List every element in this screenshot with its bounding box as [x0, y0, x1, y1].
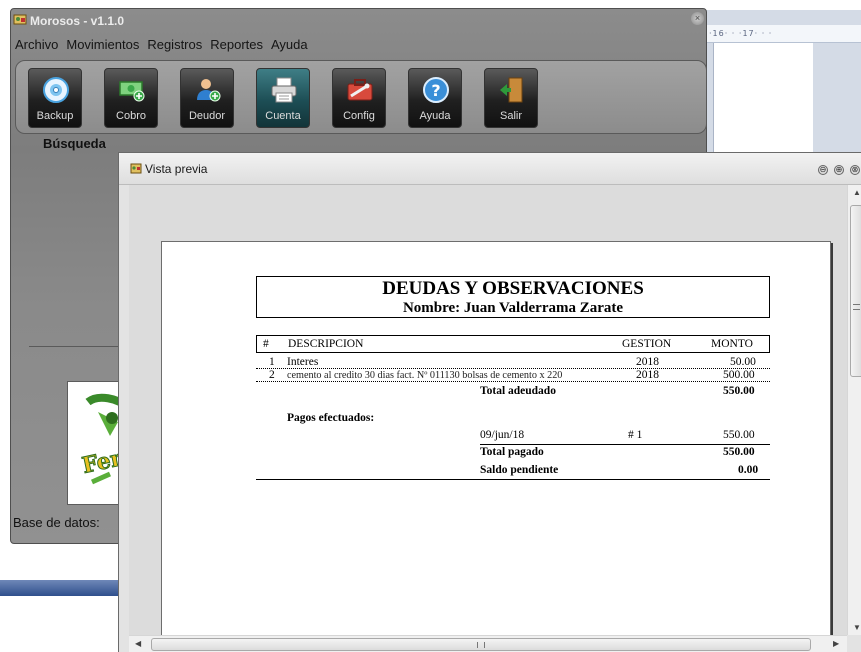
row-num: 2 — [269, 369, 275, 381]
total-paid-value: 550.00 — [723, 446, 755, 458]
total-paid-row: Total pagado 550.00 — [256, 446, 770, 459]
config-label: Config — [343, 110, 375, 122]
salir-button[interactable]: Salir — [484, 68, 538, 128]
user-add-icon — [197, 79, 221, 102]
payment-date: 09/jun/18 — [480, 429, 525, 441]
payment-num: # 1 — [628, 429, 643, 441]
database-label: Base de datos: — [13, 515, 100, 530]
report-page: DEUDAS Y OBSERVACIONES Nombre: Juan Vald… — [161, 241, 831, 652]
cobro-button[interactable]: Cobro — [104, 68, 158, 128]
cuenta-label: Cuenta — [265, 110, 301, 122]
app-icon — [13, 14, 27, 25]
total-owed-value: 550.00 — [723, 385, 755, 397]
preview-window-title: Vista previa — [145, 162, 208, 176]
table-header: # DESCRIPCION GESTION MONTO — [256, 335, 770, 353]
app-icon — [130, 163, 142, 174]
printer-icon — [271, 77, 297, 103]
payments-heading: Pagos efectuados: — [256, 412, 770, 425]
maximize-button[interactable]: ⊕ — [834, 165, 844, 175]
report-title: DEUDAS Y OBSERVACIONES — [382, 278, 644, 299]
vertical-scrollbar[interactable]: ▲ ▼ — [847, 185, 861, 635]
col-gestion: GESTION — [622, 338, 672, 350]
divider — [29, 346, 129, 347]
total-owed-label: Total adeudado — [480, 385, 556, 397]
menu-reportes[interactable]: Reportes — [206, 37, 267, 57]
search-section-label: Búsqueda — [43, 136, 106, 151]
disc-icon — [43, 77, 69, 103]
deudor-label: Deudor — [188, 110, 226, 122]
scroll-down-icon[interactable]: ▼ — [853, 623, 861, 632]
svg-text:?: ? — [431, 81, 440, 100]
rule — [480, 444, 770, 445]
horizontal-scrollbar[interactable]: ◀ ▶ — [129, 635, 847, 652]
backup-label: Backup — [36, 110, 74, 122]
menu-ayuda[interactable]: Ayuda — [267, 37, 312, 57]
main-title-bar[interactable]: Morosos - v1.1.0 × — [11, 9, 706, 31]
row-num: 1 — [269, 356, 275, 368]
vertical-scroll-thumb[interactable] — [850, 205, 861, 377]
grip-icon — [477, 642, 485, 648]
menu-bar: Archivo Movimientos Registros Reportes A… — [11, 37, 312, 57]
config-button[interactable]: Config — [332, 68, 386, 128]
col-descripcion: DESCRIPCION — [288, 338, 364, 350]
menu-archivo[interactable]: Archivo — [11, 37, 62, 57]
payment-row: 09/jun/18 # 1 550.00 — [256, 429, 770, 442]
total-owed-row: Total adeudado 550.00 — [256, 385, 770, 398]
payments-label: Pagos efectuados: — [287, 412, 375, 424]
balance-label: Saldo pendiente — [480, 464, 559, 476]
menu-movimientos[interactable]: Movimientos — [62, 37, 143, 57]
main-window-title: Morosos - v1.1.0 — [30, 14, 125, 28]
total-paid-label: Total pagado — [480, 446, 544, 458]
row-monto: 500.00 — [723, 369, 755, 381]
balance-row: Saldo pendiente 0.00 — [256, 464, 770, 477]
cash-icon — [119, 81, 145, 102]
ruler: ·16· · ·17· · · — [705, 25, 861, 43]
balance-value: 0.00 — [738, 464, 759, 476]
preview-area: DEUDAS Y OBSERVACIONES Nombre: Juan Vald… — [129, 185, 847, 652]
table-row: 2 cemento al credito 30 dias fact. Nº 01… — [256, 369, 770, 382]
help-icon: ? — [423, 77, 449, 103]
scroll-right-icon[interactable]: ▶ — [833, 639, 839, 648]
toolbox-icon — [347, 79, 373, 101]
cuenta-button[interactable]: Cuenta — [256, 68, 310, 128]
ayuda-button[interactable]: ? Ayuda — [408, 68, 462, 128]
row-desc: cemento al credito 30 dias fact. Nº 0111… — [287, 370, 563, 381]
scroll-up-icon[interactable]: ▲ — [853, 188, 861, 197]
cobro-label: Cobro — [116, 110, 146, 122]
scroll-left-icon[interactable]: ◀ — [135, 639, 141, 648]
rule — [256, 479, 770, 480]
grip-icon — [853, 304, 860, 310]
main-close-button[interactable]: × — [691, 12, 704, 25]
exit-door-icon — [500, 77, 523, 103]
row-desc: Interes — [287, 356, 319, 368]
salir-label: Salir — [499, 110, 522, 122]
screen: ·16· · ·17· · · Morosos - v1.1.0 × Archi… — [0, 0, 861, 652]
row-monto: 50.00 — [730, 356, 756, 368]
background-document: ·16· · ·17· · · — [705, 10, 861, 155]
col-num: # — [263, 338, 269, 350]
report-subtitle: Nombre: Juan Valderrama Zarate — [402, 300, 624, 316]
preview-window: Vista previa ⊖ ⊕ ⊗ DEUDAS Y OBSERVACIONE… — [118, 152, 861, 652]
payment-monto: 550.00 — [723, 429, 755, 441]
horizontal-scroll-thumb[interactable] — [151, 638, 811, 651]
menu-registros[interactable]: Registros — [143, 37, 206, 57]
minimize-button[interactable]: ⊖ — [818, 165, 828, 175]
ayuda-label: Ayuda — [419, 110, 451, 122]
row-gestion: 2018 — [636, 356, 659, 368]
row-gestion: 2018 — [636, 369, 659, 381]
col-monto: MONTO — [711, 338, 753, 350]
report-header: DEUDAS Y OBSERVACIONES Nombre: Juan Vald… — [256, 276, 770, 318]
backup-button[interactable]: Backup — [28, 68, 82, 128]
background-page — [713, 43, 813, 155]
preview-title-bar[interactable]: Vista previa ⊖ ⊕ ⊗ — [119, 153, 861, 185]
deudor-button[interactable]: Deudor — [180, 68, 234, 128]
table-row: 1 Interes 2018 50.00 — [256, 356, 770, 369]
close-button[interactable]: ⊗ — [850, 165, 860, 175]
toolbar: Backup Cobro Deudor Cuenta Config ? Ayud… — [15, 60, 707, 134]
